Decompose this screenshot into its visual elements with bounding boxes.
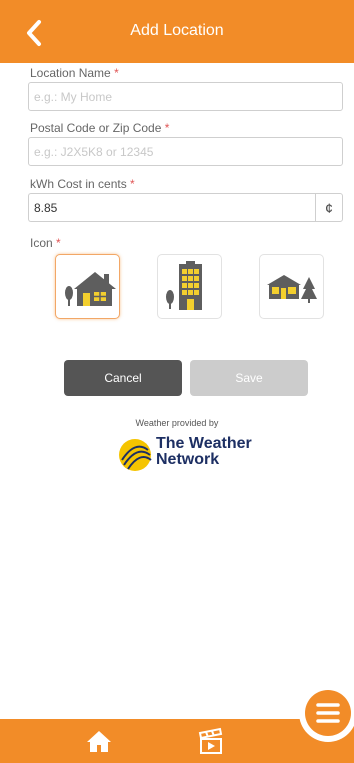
icon-label: Icon * <box>30 236 61 250</box>
required-mark: * <box>114 66 119 80</box>
house-icon <box>65 272 116 306</box>
nav-home-button[interactable] <box>86 729 112 753</box>
menu-fab-button[interactable] <box>299 684 354 742</box>
menu-fab-inner <box>305 690 351 736</box>
kwh-cost-label: kWh Cost in cents * <box>30 177 135 191</box>
app-screen: Add Location Location Name * Postal Code… <box>0 0 354 763</box>
weather-caption: Weather provided by <box>135 418 219 428</box>
kwh-cost-field: ¢ <box>28 193 343 222</box>
required-mark: * <box>130 177 135 191</box>
page-title: Add Location <box>130 22 224 39</box>
cents-unit: ¢ <box>315 193 343 222</box>
location-name-input[interactable] <box>28 82 343 111</box>
icon-option-cottage[interactable] <box>259 254 324 319</box>
postal-code-label: Postal Code or Zip Code * <box>30 121 169 135</box>
required-mark: * <box>56 236 61 250</box>
weather-network-line2: Network <box>156 451 220 468</box>
building-icon <box>166 261 202 310</box>
icon-option-building[interactable] <box>157 254 222 319</box>
weather-network-line1: The Weather <box>156 435 252 452</box>
kwh-cost-input[interactable] <box>28 193 315 222</box>
weather-network-globe-icon <box>119 439 152 471</box>
cottage-icon <box>267 275 317 303</box>
icon-label-text: Icon <box>30 236 53 250</box>
required-mark: * <box>164 121 170 135</box>
menu-icon <box>316 703 340 723</box>
cancel-button[interactable]: Cancel <box>64 360 182 396</box>
weather-network-logo: The Weather Network <box>118 436 258 476</box>
header-bar: Add Location <box>0 0 354 63</box>
location-name-label: Location Name * <box>30 66 119 80</box>
icon-option-house[interactable] <box>55 254 120 319</box>
weather-network-wordmark: The Weather Network <box>156 436 252 468</box>
postal-code-label-text: Postal Code or Zip Code <box>30 121 162 135</box>
nav-media-button[interactable] <box>198 727 224 755</box>
save-button[interactable]: Save <box>190 360 308 396</box>
home-icon <box>87 731 111 752</box>
kwh-cost-label-text: kWh Cost in cents <box>30 177 127 191</box>
postal-code-input[interactable] <box>28 137 343 166</box>
location-name-label-text: Location Name <box>30 66 111 80</box>
media-icon <box>198 727 223 754</box>
